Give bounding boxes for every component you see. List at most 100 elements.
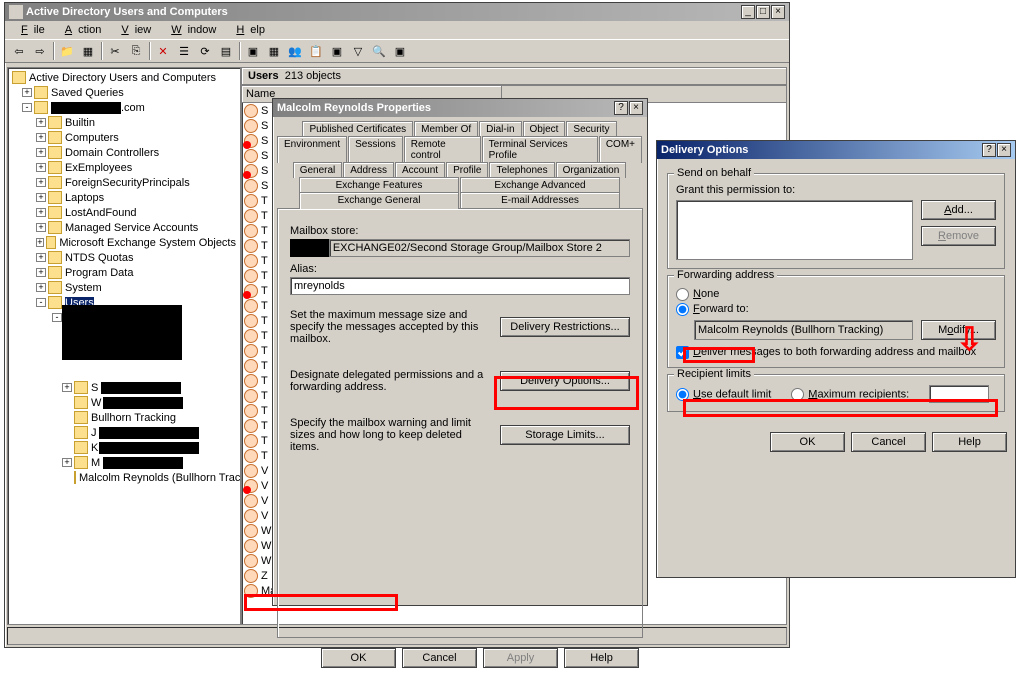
- cancel-button[interactable]: Cancel: [402, 648, 477, 668]
- help-button[interactable]: Help: [932, 432, 1007, 452]
- tab-profile[interactable]: Profile: [446, 162, 488, 178]
- tree-redacted[interactable]: +M: [50, 455, 238, 470]
- back-icon[interactable]: ⇦: [9, 41, 29, 61]
- tree-item-microsoft-exchange-system-objects[interactable]: +Microsoft Exchange System Objects: [10, 235, 238, 250]
- add-button[interactable]: Add...: [921, 200, 996, 220]
- radio-max-recipients[interactable]: Maximum recipients:: [791, 388, 909, 401]
- menu-help[interactable]: Help: [224, 23, 271, 37]
- maximize-button[interactable]: □: [756, 5, 770, 19]
- apply-button[interactable]: Apply: [483, 648, 558, 668]
- properties-icon[interactable]: ☰: [174, 41, 194, 61]
- tab-e-mail-addresses[interactable]: E-mail Addresses: [460, 192, 620, 209]
- user-icon: [244, 539, 258, 553]
- tree-item-ntds-quotas[interactable]: +NTDS Quotas: [10, 250, 238, 265]
- tab-com-[interactable]: COM+: [599, 136, 642, 163]
- tab-account[interactable]: Account: [395, 162, 445, 178]
- tree-redacted[interactable]: W: [50, 395, 238, 410]
- tb-icon-5[interactable]: ▣: [390, 41, 410, 61]
- tab-organization[interactable]: Organization: [556, 162, 627, 178]
- tab-exchange-advanced[interactable]: Exchange Advanced: [460, 177, 620, 193]
- tab-sessions[interactable]: Sessions: [348, 136, 403, 163]
- tree-item-foreignsecurityprincipals[interactable]: +ForeignSecurityPrincipals: [10, 175, 238, 190]
- ok-button[interactable]: OK: [321, 648, 396, 668]
- tree-item-lostandfound[interactable]: +LostAndFound: [10, 205, 238, 220]
- people-icon[interactable]: 👥: [285, 41, 305, 61]
- tree-saved-queries[interactable]: +Saved Queries: [10, 85, 238, 100]
- minimize-button[interactable]: _: [741, 5, 755, 19]
- modify-button[interactable]: Modify...: [921, 320, 996, 340]
- storage-limits-button[interactable]: Storage Limits...: [500, 425, 630, 445]
- forward-icon[interactable]: ⇨: [30, 41, 50, 61]
- max-recipients-field[interactable]: [929, 385, 989, 403]
- menu-view[interactable]: View: [109, 23, 157, 37]
- props-titlebar[interactable]: Malcolm Reynolds Properties ? ×: [273, 99, 647, 117]
- tree-redacted[interactable]: J: [50, 425, 238, 440]
- tree-bullhorn[interactable]: Bullhorn Tracking: [50, 410, 238, 425]
- find-icon[interactable]: 🔍: [369, 41, 389, 61]
- tab-remote-control[interactable]: Remote control: [404, 136, 481, 163]
- radio-none[interactable]: None: [676, 288, 719, 300]
- tree-redacted[interactable]: K: [50, 440, 238, 455]
- help-button[interactable]: ?: [982, 143, 996, 157]
- tree-redacted[interactable]: [50, 325, 238, 340]
- help-button[interactable]: Help: [564, 648, 639, 668]
- tree-item-program-data[interactable]: +Program Data: [10, 265, 238, 280]
- tb-icon-3[interactable]: 📋: [306, 41, 326, 61]
- tree-item-managed-service-accounts[interactable]: +Managed Service Accounts: [10, 220, 238, 235]
- tree-domain[interactable]: -.com: [10, 100, 238, 115]
- filter-icon[interactable]: ▽: [348, 41, 368, 61]
- menu-action[interactable]: Action: [53, 23, 108, 37]
- tab-address[interactable]: Address: [343, 162, 394, 178]
- tab-exchange-features[interactable]: Exchange Features: [299, 177, 459, 193]
- tab-terminal-services-profile[interactable]: Terminal Services Profile: [482, 136, 598, 163]
- tree-item-computers[interactable]: +Computers: [10, 130, 238, 145]
- menu-file[interactable]: File: [9, 23, 51, 37]
- tab-general[interactable]: General: [293, 162, 343, 178]
- tree-item-exemployees[interactable]: +ExEmployees: [10, 160, 238, 175]
- delete-icon[interactable]: ✕: [153, 41, 173, 61]
- tree-malcolm[interactable]: Malcolm Reynolds (Bullhorn Tracking): [50, 470, 238, 485]
- refresh-icon[interactable]: ⟳: [195, 41, 215, 61]
- tree-redacted[interactable]: +S: [50, 380, 238, 395]
- tab-security[interactable]: Security: [566, 121, 616, 137]
- radio-forward-to[interactable]: Forward to:: [676, 303, 749, 315]
- menu-bar: File Action View Window Help: [5, 21, 789, 39]
- ok-button[interactable]: OK: [770, 432, 845, 452]
- help-button[interactable]: ?: [614, 101, 628, 115]
- tab-object[interactable]: Object: [523, 121, 566, 137]
- up-folder-icon[interactable]: 📁: [57, 41, 77, 61]
- cut-icon[interactable]: ✂: [105, 41, 125, 61]
- close-button[interactable]: ×: [771, 5, 785, 19]
- tb-icon-4[interactable]: ▣: [327, 41, 347, 61]
- tb-icon-1[interactable]: ▣: [243, 41, 263, 61]
- tab-member-of[interactable]: Member Of: [414, 121, 478, 137]
- tab-telephones[interactable]: Telephones: [489, 162, 554, 178]
- tab-published-certificates[interactable]: Published Certificates: [302, 121, 413, 137]
- tree-item-laptops[interactable]: +Laptops: [10, 190, 238, 205]
- export-icon[interactable]: ▤: [216, 41, 236, 61]
- copy-icon[interactable]: ⎘: [126, 41, 146, 61]
- alias-field[interactable]: [290, 277, 630, 295]
- delivery-restrictions-button[interactable]: Delivery Restrictions...: [500, 317, 630, 337]
- tree-pane[interactable]: Active Directory Users and Computers +Sa…: [7, 67, 241, 625]
- tree-item-domain-controllers[interactable]: +Domain Controllers: [10, 145, 238, 160]
- close-button[interactable]: ×: [629, 101, 643, 115]
- close-button[interactable]: ×: [997, 143, 1011, 157]
- delivery-titlebar[interactable]: Delivery Options ? ×: [657, 141, 1015, 159]
- remove-button[interactable]: Remove: [921, 226, 996, 246]
- deliver-both-checkbox[interactable]: Deliver messages to both forwarding addr…: [676, 346, 976, 358]
- radio-use-default[interactable]: Use default limit: [676, 388, 771, 401]
- tab-exchange-general[interactable]: Exchange General: [299, 192, 459, 209]
- delivery-options-button[interactable]: Delivery Options...: [500, 371, 630, 391]
- tab-environment[interactable]: Environment: [277, 136, 347, 163]
- tree-item-builtin[interactable]: +Builtin: [10, 115, 238, 130]
- aduc-titlebar[interactable]: Active Directory Users and Computers _ □…: [5, 3, 789, 21]
- cancel-button[interactable]: Cancel: [851, 432, 926, 452]
- menu-window[interactable]: Window: [159, 23, 222, 37]
- tree-root[interactable]: Active Directory Users and Computers: [10, 70, 238, 85]
- grant-permission-list[interactable]: [676, 200, 913, 260]
- tree-item-system[interactable]: +System: [10, 280, 238, 295]
- show-tree-icon[interactable]: ▦: [78, 41, 98, 61]
- tab-dial-in[interactable]: Dial-in: [479, 121, 521, 137]
- tb-icon-2[interactable]: ▦: [264, 41, 284, 61]
